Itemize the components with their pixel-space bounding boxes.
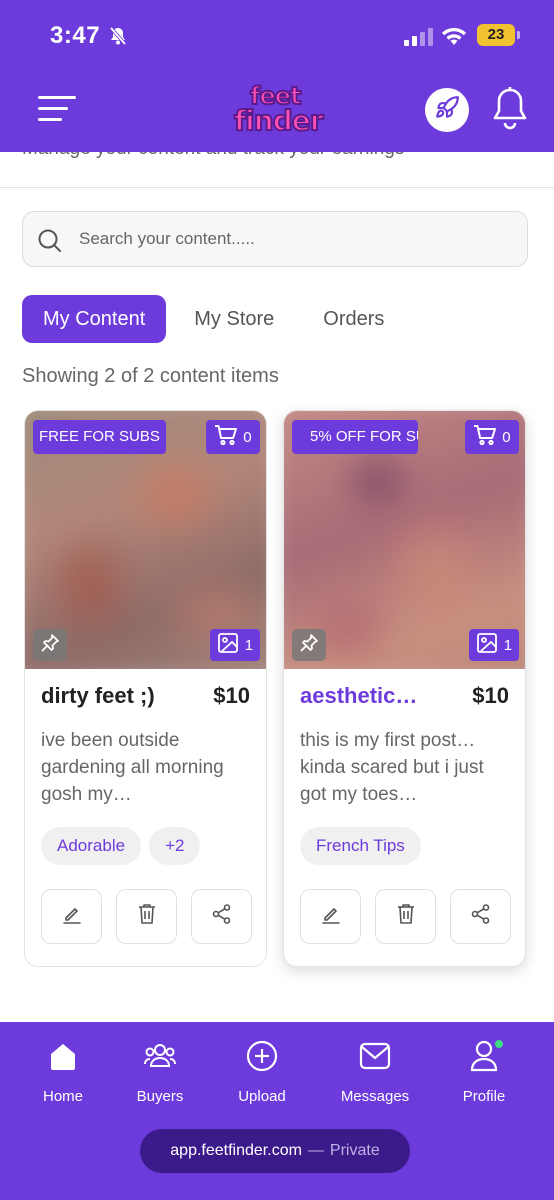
tag-list: Adorable +2 — [41, 827, 201, 865]
cart-icon — [473, 424, 497, 450]
nav-profile[interactable]: Profile — [439, 1040, 529, 1105]
url-separator: — — [307, 1142, 324, 1159]
hamburger-menu-button[interactable] — [38, 96, 76, 124]
content-price: $10 — [213, 683, 250, 708]
promo-badge: FREE FOR SUBS — [33, 420, 166, 454]
messages-icon — [358, 1040, 392, 1076]
edit-button[interactable] — [41, 889, 102, 944]
image-icon — [217, 632, 239, 658]
page-subtitle: Manage your content and track your earni… — [22, 152, 404, 160]
notifications-button[interactable] — [490, 86, 530, 137]
content-search[interactable] — [22, 211, 528, 267]
browser-url-bar[interactable]: app.feetfinder.com — Private — [140, 1129, 410, 1173]
content-title[interactable]: dirty feet ;) — [41, 683, 155, 709]
promo-badge: 5% OFF FOR SU — [292, 420, 418, 454]
nav-upload[interactable]: Upload — [217, 1040, 307, 1105]
content-description: ive been outside gardening all morning g… — [41, 730, 224, 805]
tab-orders[interactable]: Orders — [302, 295, 405, 343]
content-card[interactable]: FREE FOR SUBS 0 1 dirty feet ;) $10 ive … — [24, 410, 267, 967]
cart-count-badge: 0 — [206, 420, 260, 454]
nav-home[interactable]: Home — [18, 1040, 108, 1105]
feetfinder-logo[interactable]: feet finder — [232, 81, 325, 138]
share-icon — [211, 903, 233, 930]
edit-icon — [320, 903, 342, 930]
status-time: 3:47 — [50, 22, 101, 49]
boost-button[interactable] — [425, 88, 469, 132]
upload-icon — [245, 1039, 279, 1077]
page-subtitle-region: Manage your content and track your earni… — [0, 152, 554, 188]
silent-mode-icon — [108, 26, 128, 51]
search-input[interactable] — [79, 212, 519, 266]
share-button[interactable] — [450, 889, 511, 944]
trash-icon — [136, 902, 158, 931]
app-header: 3:47 23 feet finder — [0, 0, 554, 152]
url-text: app.feetfinder.com — [170, 1142, 302, 1159]
menu-icon — [38, 96, 76, 99]
edit-button[interactable] — [300, 889, 361, 944]
wifi-icon — [441, 26, 467, 51]
bottom-navigation: Home Buyers Upload Messages Profile app.… — [0, 1022, 554, 1200]
tag-chip[interactable]: French Tips — [300, 827, 421, 865]
pin-button[interactable] — [292, 629, 326, 661]
private-mode-label: Private — [329, 1142, 380, 1159]
card-actions — [41, 889, 252, 944]
cart-count-badge: 0 — [465, 420, 519, 454]
nav-buyers[interactable]: Buyers — [115, 1040, 205, 1105]
content-price: $10 — [472, 683, 509, 708]
trash-icon — [395, 902, 417, 931]
tag-chip[interactable]: Adorable — [41, 827, 142, 865]
bell-icon — [490, 87, 530, 136]
online-status-dot — [495, 1040, 503, 1048]
content-tabs: My Content My Store Orders — [22, 295, 405, 343]
signal-icon — [404, 28, 433, 46]
image-count-badge: 1 — [210, 629, 260, 661]
delete-button[interactable] — [375, 889, 436, 944]
pin-button[interactable] — [33, 629, 67, 661]
content-title[interactable]: aesthetic… — [300, 683, 417, 709]
search-icon — [37, 228, 63, 259]
status-bar: 3:47 23 — [0, 18, 554, 58]
cart-icon — [214, 424, 238, 450]
home-icon — [47, 1040, 79, 1076]
share-icon — [470, 903, 492, 930]
image-icon — [476, 632, 498, 658]
card-actions — [300, 889, 511, 944]
nav-messages[interactable]: Messages — [330, 1040, 420, 1105]
pin-icon — [40, 633, 60, 658]
rocket-icon — [434, 95, 460, 126]
tab-my-store[interactable]: My Store — [173, 295, 295, 343]
tab-my-content[interactable]: My Content — [22, 295, 167, 343]
tag-list: French Tips — [300, 827, 421, 865]
items-count-text: Showing 2 of 2 content items — [22, 365, 279, 387]
image-count-badge: 1 — [469, 629, 519, 661]
share-button[interactable] — [191, 889, 252, 944]
battery-indicator: 23 — [477, 24, 520, 46]
pin-icon — [299, 633, 319, 658]
delete-button[interactable] — [116, 889, 177, 944]
content-thumbnail[interactable]: 5% OFF FOR SU 0 1 — [284, 411, 525, 669]
content-card[interactable]: 5% OFF FOR SU 0 1 aesthetic… $10 this is… — [283, 410, 526, 967]
content-description: this is my first post… kinda scared but … — [300, 730, 484, 805]
more-tags-chip[interactable]: +2 — [149, 827, 201, 865]
edit-icon — [61, 903, 83, 930]
buyers-icon — [143, 1040, 177, 1076]
content-thumbnail[interactable]: FREE FOR SUBS 0 1 — [25, 411, 266, 669]
